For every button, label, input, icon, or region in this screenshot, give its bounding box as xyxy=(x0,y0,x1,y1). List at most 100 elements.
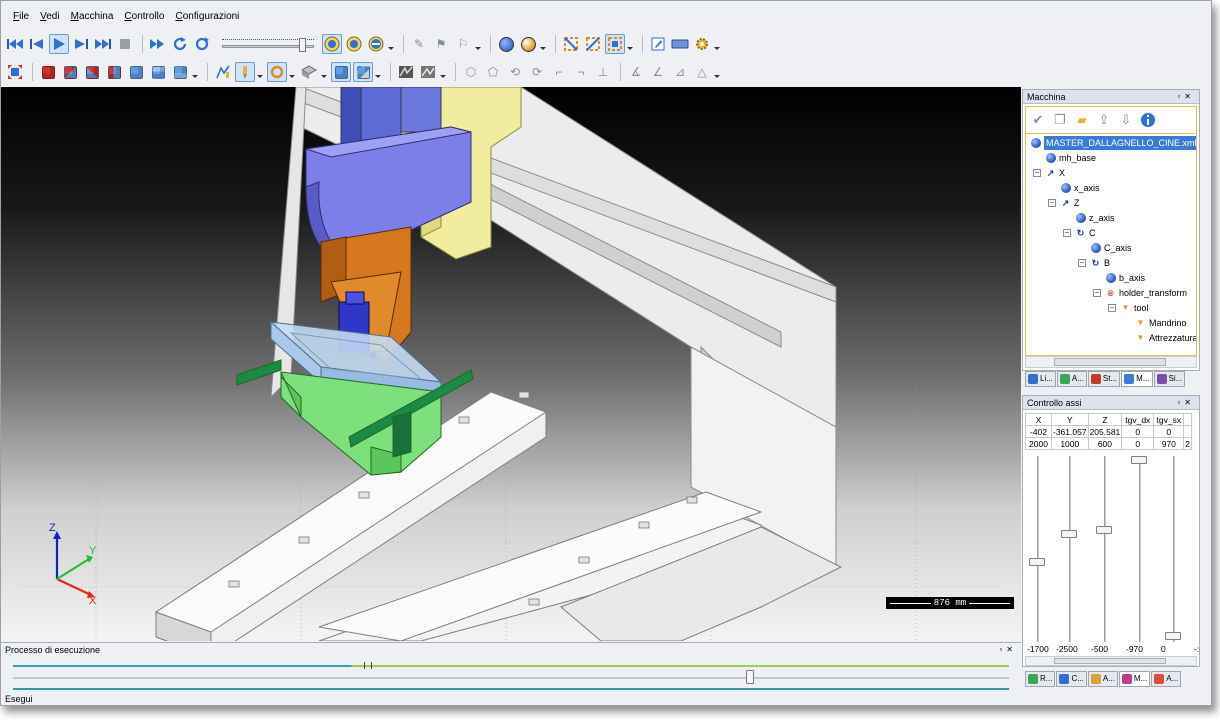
tree-node[interactable]: ↗ X xyxy=(1045,166,1065,180)
fast-forward-icon[interactable] xyxy=(148,34,168,54)
axis-cell[interactable]: -402 xyxy=(1025,425,1052,438)
nc-icon[interactable] xyxy=(366,34,386,54)
axis-cell[interactable]: -361.057 xyxy=(1051,425,1089,438)
menu-controllo[interactable]: Controllo xyxy=(124,11,164,22)
axis-cell[interactable]: 970 xyxy=(1153,437,1185,450)
texture-icon[interactable] xyxy=(396,62,416,82)
tool-icon[interactable] xyxy=(235,62,255,82)
grid-cross-icon[interactable] xyxy=(583,34,603,54)
axis-cell[interactable]: 1000 xyxy=(1051,437,1089,450)
axis-scroll-thumb[interactable] xyxy=(1054,658,1166,664)
panel-tab[interactable]: A... xyxy=(1087,671,1118,687)
tree-node[interactable]: ↻ C xyxy=(1075,226,1096,240)
collapse-icon[interactable]: − xyxy=(1063,229,1071,237)
panel-tab[interactable]: M... xyxy=(1121,371,1153,387)
menu-file[interactable]: File xyxy=(13,11,29,22)
flag-arrow-icon[interactable]: ⚐ xyxy=(453,34,473,54)
check-icon[interactable]: ✔ xyxy=(1029,110,1047,130)
dropdown-arrow-icon[interactable] xyxy=(192,62,198,82)
import-icon[interactable]: ⇩ xyxy=(1117,110,1135,130)
axis-cell[interactable]: 2000 xyxy=(1025,437,1052,450)
globe-icon[interactable] xyxy=(496,34,516,54)
texture-alt-icon[interactable] xyxy=(418,62,438,82)
shape-a-icon[interactable]: ⬡ xyxy=(461,62,481,82)
clock-icon[interactable] xyxy=(322,34,342,54)
panel-tab[interactable]: R... xyxy=(1025,671,1056,687)
shape-b-icon[interactable]: ⬠ xyxy=(483,62,503,82)
play-icon[interactable] xyxy=(49,34,69,54)
speed-knob[interactable] xyxy=(298,38,306,52)
execution-slider-knob[interactable] xyxy=(746,670,755,684)
settings-icon[interactable] xyxy=(692,34,712,54)
tree-node[interactable]: b_axis xyxy=(1105,271,1145,285)
collapse-icon[interactable]: − xyxy=(1048,199,1056,207)
machine-tree[interactable]: MASTER_DALLAGNELLO_CINE.xml mh_base ↗ X − x_a… xyxy=(1025,134,1197,356)
view-left-icon[interactable] xyxy=(104,62,124,82)
dropdown-arrow-icon[interactable] xyxy=(257,62,263,82)
panel-tab[interactable]: M... xyxy=(1118,671,1151,687)
tree-node[interactable]: x_axis xyxy=(1060,181,1100,195)
edit-view-icon[interactable] xyxy=(648,34,668,54)
view-front-icon[interactable] xyxy=(60,62,80,82)
tree-node[interactable]: MASTER_DALLAGNELLO_CINE.xml xyxy=(1030,136,1196,150)
skip-end-icon[interactable] xyxy=(93,34,113,54)
tree-node[interactable]: ▼ tool xyxy=(1120,301,1149,315)
measure-c-icon[interactable]: ⊿ xyxy=(670,62,690,82)
view-iso-icon[interactable] xyxy=(38,62,58,82)
panel-tab[interactable]: St... xyxy=(1087,371,1121,387)
dropdown-arrow-icon[interactable] xyxy=(540,34,546,54)
material-icon[interactable] xyxy=(518,34,538,54)
clock-time-icon[interactable] xyxy=(344,34,364,54)
pin-icon[interactable]: ▫✕ xyxy=(1177,396,1195,409)
axis-slider[interactable] xyxy=(1029,456,1045,642)
tree-node[interactable]: ▼ Attrezzatura xyxy=(1135,331,1196,345)
dropdown-arrow-icon[interactable] xyxy=(714,34,720,54)
axis-cell[interactable]: 0 xyxy=(1121,437,1155,450)
3d-viewport[interactable]: Z Y X 876 mm xyxy=(1,87,1021,641)
axis-slider-knob[interactable] xyxy=(1165,632,1181,640)
step-back-icon[interactable] xyxy=(27,34,47,54)
menu-configurazioni[interactable]: Configurazioni xyxy=(175,11,239,22)
menu-macchina[interactable]: Macchina xyxy=(71,11,114,22)
dropdown-arrow-icon[interactable] xyxy=(321,62,327,82)
info-icon[interactable] xyxy=(1139,110,1157,130)
collapse-icon[interactable]: − xyxy=(1078,259,1086,267)
collapse-icon[interactable]: − xyxy=(1093,289,1101,297)
axis-slider-knob[interactable] xyxy=(1131,456,1147,464)
pin-icon[interactable]: ✎ xyxy=(409,34,429,54)
copy-icon[interactable]: ❐ xyxy=(1051,110,1069,130)
grid-orange-icon[interactable] xyxy=(561,34,581,54)
tree-scrollbar[interactable] xyxy=(1025,356,1197,368)
refresh-icon[interactable] xyxy=(170,34,190,54)
panel-tab[interactable]: A... xyxy=(1151,671,1182,687)
tree-node[interactable]: mh_base xyxy=(1045,151,1096,165)
axis-slider-knob[interactable] xyxy=(1096,526,1112,535)
dropdown-arrow-icon[interactable] xyxy=(714,62,720,82)
solid-view-icon[interactable] xyxy=(331,62,351,82)
dropdown-arrow-icon[interactable] xyxy=(388,34,394,54)
export-icon[interactable]: ⇪ xyxy=(1095,110,1113,130)
stop-icon[interactable] xyxy=(115,34,135,54)
tree-node[interactable]: ↗ Z xyxy=(1060,196,1080,210)
axis-slider[interactable] xyxy=(1061,456,1077,642)
speed-slider[interactable] xyxy=(220,34,316,54)
loop-icon[interactable] xyxy=(192,34,212,54)
probe-c-icon[interactable]: ⊥ xyxy=(593,62,613,82)
measure-a-icon[interactable]: ∡ xyxy=(626,62,646,82)
tree-scroll-thumb[interactable] xyxy=(1054,358,1166,366)
tree-node[interactable]: ▼ Mandrino xyxy=(1135,316,1187,330)
view-right-icon[interactable] xyxy=(126,62,146,82)
tree-node[interactable]: ⊗ holder_transform xyxy=(1105,286,1187,300)
rotate-icon[interactable] xyxy=(267,62,287,82)
view-top-icon[interactable] xyxy=(148,62,168,82)
axis-slider-knob[interactable] xyxy=(1029,558,1045,567)
grid-select-icon[interactable] xyxy=(605,34,625,54)
tree-node[interactable]: ↻ B xyxy=(1090,256,1110,270)
collapse-icon[interactable]: − xyxy=(1033,169,1041,177)
flag-icon[interactable]: ⚑ xyxy=(431,34,451,54)
pin-icon[interactable]: ▫✕ xyxy=(1177,90,1195,103)
axis-cell[interactable]: 0 xyxy=(1153,425,1185,438)
measure-b-icon[interactable]: ∠ xyxy=(648,62,668,82)
probe-a-icon[interactable]: ⌐ xyxy=(549,62,569,82)
dropdown-arrow-icon[interactable] xyxy=(440,62,446,82)
